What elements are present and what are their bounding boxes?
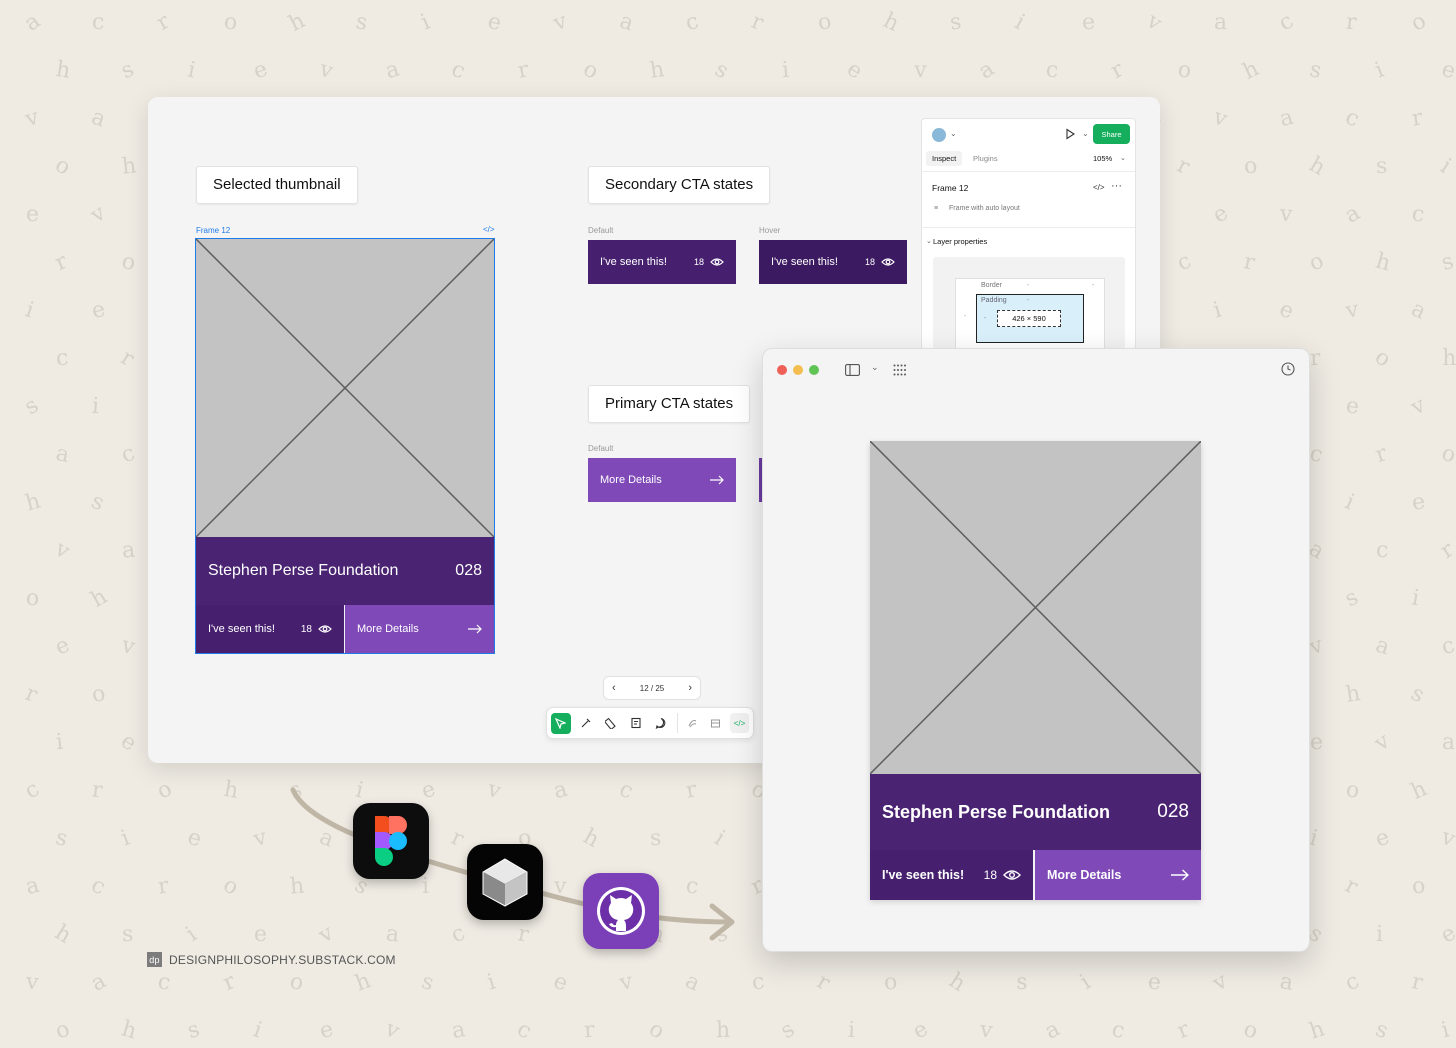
workflow-arrow: [290, 787, 735, 941]
figma-app-icon: [353, 803, 429, 879]
dp-badge: dp: [147, 952, 162, 967]
cube-app-icon: [467, 844, 543, 920]
github-app-icon: [583, 873, 659, 949]
footer: dp DESIGNPHILOSOPHY.SUBSTACK.COM: [147, 952, 396, 967]
site-url[interactable]: DESIGNPHILOSOPHY.SUBSTACK.COM: [169, 953, 396, 967]
